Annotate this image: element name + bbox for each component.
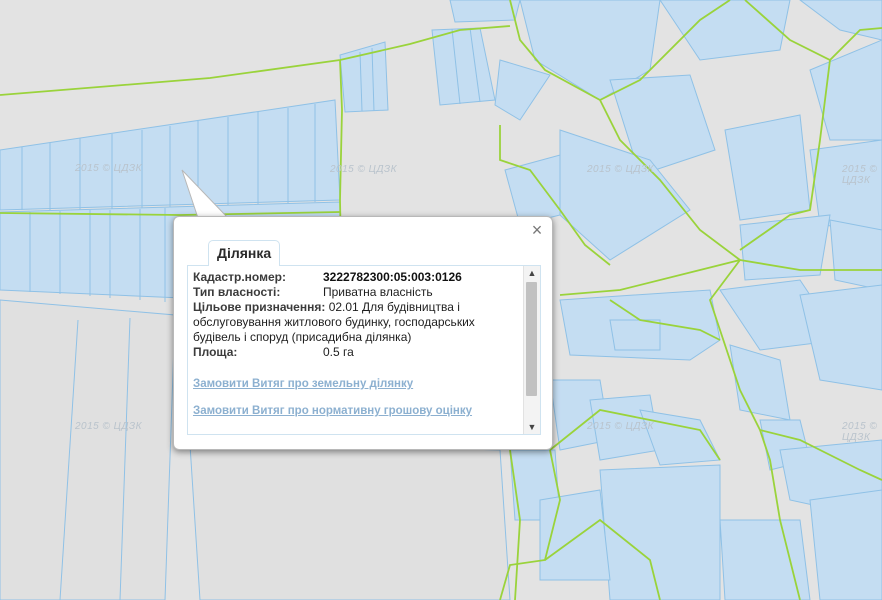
purpose-label: Цільове призначення: (193, 300, 326, 314)
watermark: 2015 © ЦДЗК (330, 164, 398, 175)
area-row: Площа: 0.5 га (193, 345, 521, 360)
watermark: 2015 © ЦДЗК (587, 164, 655, 175)
watermark: 2015 © ЦДЗК (75, 421, 143, 432)
cadastral-number-value: 3222782300:05:003:0126 (323, 270, 462, 284)
area-label: Площа: (193, 345, 238, 359)
scrollbar[interactable]: ▲ ▼ (523, 266, 540, 434)
parcel-details: Кадастр.номер: 3222782300:05:003:0126 Ти… (193, 270, 521, 417)
scrollbar-thumb[interactable] (526, 282, 537, 396)
watermark: 2015 © ЦДЗК (842, 164, 878, 186)
cadastral-number-label: Кадастр.номер: (193, 270, 286, 284)
order-land-extract-link[interactable]: Замовити Витяг про земельну ділянку (193, 378, 521, 390)
parcel-info-panel: Кадастр.номер: 3222782300:05:003:0126 Ти… (187, 265, 541, 435)
watermark: 2015 © ЦДЗК (587, 421, 655, 432)
ownership-type-label: Тип власності: (193, 285, 281, 299)
tab-parcel[interactable]: Ділянка (208, 240, 281, 266)
area-value: 0.5 га (323, 345, 354, 359)
cadastral-number-row: Кадастр.номер: 3222782300:05:003:0126 (193, 270, 521, 285)
scroll-down-arrow-icon[interactable]: ▼ (524, 420, 540, 434)
purpose-row: Цільове призначення: 02.01 Для будівницт… (193, 300, 521, 345)
order-valuation-extract-link[interactable]: Замовити Витяг про нормативну грошову оц… (193, 405, 521, 417)
watermark: 2015 © ЦДЗК (75, 163, 143, 174)
ownership-type-value: Приватна власність (323, 285, 433, 299)
ownership-type-row: Тип власності: Приватна власність (193, 285, 521, 300)
watermark: 2015 © ЦДЗК (842, 421, 878, 443)
parcel-info-popup: × Ділянка Кадастр.номер: 3222782300:05:0… (173, 216, 553, 450)
close-icon[interactable]: × (530, 221, 544, 239)
scroll-up-arrow-icon[interactable]: ▲ (524, 266, 540, 280)
